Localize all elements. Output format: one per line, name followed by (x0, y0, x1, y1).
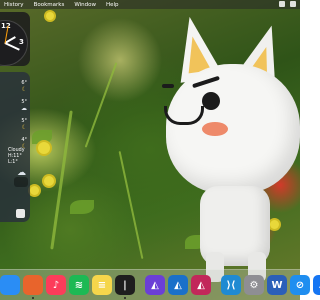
status-icon[interactable] (290, 1, 296, 7)
dock-item-affinity-photo[interactable]: ◭ (145, 275, 165, 295)
settings-icon: ⚙ (249, 279, 259, 291)
weather-hourly-list: 6° ☾ 5° ☁ 5° ☾ 4° ☾ (21, 80, 27, 150)
menu-window[interactable]: Window (74, 2, 96, 8)
moon-icon: ☾ (21, 86, 27, 93)
dock-item-safari[interactable]: ⊘ (290, 275, 310, 295)
running-indicator (124, 297, 126, 299)
dock-item-affinity-designer[interactable]: ◭ (168, 275, 188, 295)
dock-item-settings[interactable]: ⚙ (244, 275, 264, 295)
dock-item-music[interactable]: ♪ (46, 275, 66, 295)
running-indicator (32, 297, 34, 299)
menu-bar: History Bookmarks Window Help (0, 0, 300, 9)
dock: ♪ ≋ ≡ | ◭ ◭ ◭ ⟩⟨ ⚙ W ⊘ A (0, 269, 320, 300)
weather-panel-shade (14, 177, 28, 187)
yellow-flower (30, 186, 39, 195)
dock-item-app-store[interactable]: A (313, 275, 320, 295)
notes-icon: ≡ (97, 279, 107, 291)
vscode-icon: ⟩⟨ (226, 279, 236, 291)
safari-icon: ⊘ (295, 279, 305, 291)
clock-numeral: 12 (1, 22, 11, 30)
dock-item-affinity-publisher[interactable]: ◭ (191, 275, 211, 295)
yellow-flower (38, 142, 50, 154)
dock-item-notes[interactable]: ≡ (92, 275, 112, 295)
dock-item-terminal[interactable]: | (115, 275, 135, 299)
toy-whisker (162, 84, 174, 88)
affinity-publisher-icon: ◭ (197, 279, 205, 291)
affinity-photo-icon: ◭ (151, 279, 159, 291)
yellow-flower (44, 176, 54, 186)
desktop-wallpaper (0, 0, 300, 300)
clock-face: 12 9 3 (0, 20, 28, 66)
word-icon: W (271, 279, 283, 291)
dock-item-word[interactable]: W (267, 275, 287, 295)
affinity-designer-icon: ◭ (174, 279, 182, 291)
spotify-icon: ≋ (74, 279, 84, 291)
clock-minute-hand (4, 42, 20, 51)
weather-hour: 5° ☾ (21, 118, 27, 131)
weather-widget[interactable]: 6° ☾ 5° ☁ 5° ☾ 4° ☾ Cloudy H:11° L:1° ☁ (0, 72, 30, 222)
leaf (70, 200, 94, 214)
moon-icon: ☾ (21, 124, 27, 131)
menu-help[interactable]: Help (106, 2, 119, 8)
toy-cheek (202, 122, 228, 136)
dock-item-finder[interactable] (0, 275, 20, 295)
clock-widget[interactable]: 12 9 3 (0, 12, 30, 66)
weather-hour: 6° ☾ (21, 80, 27, 93)
weather-hour: 5° ☁ (21, 99, 27, 112)
menu-bookmarks[interactable]: Bookmarks (34, 2, 65, 8)
weather-high-low: H:11° L:1° (8, 154, 22, 165)
plant-stem (84, 62, 118, 148)
dock-item-firefox[interactable] (23, 275, 43, 299)
yellow-flower (46, 12, 54, 20)
toy-eye (202, 92, 220, 110)
menu-bar-status-icons (279, 1, 296, 7)
dock-item-spotify[interactable]: ≋ (69, 275, 89, 295)
plant-stem (118, 150, 144, 260)
cloud-icon: ☁ (17, 168, 26, 178)
weather-summary: Cloudy H:11° L:1° (8, 148, 30, 166)
terminal-icon: | (123, 279, 127, 291)
clock-numeral: 3 (19, 38, 24, 46)
dock-item-vscode[interactable]: ⟩⟨ (221, 275, 241, 295)
toy-head (166, 64, 300, 194)
toy-figure (160, 13, 300, 284)
status-icon[interactable] (279, 1, 285, 7)
cloud-moon-icon: ☁ (21, 105, 27, 112)
music-icon: ♪ (52, 279, 60, 291)
menu-history[interactable]: History (4, 2, 24, 8)
widget-square-icon (16, 209, 25, 218)
